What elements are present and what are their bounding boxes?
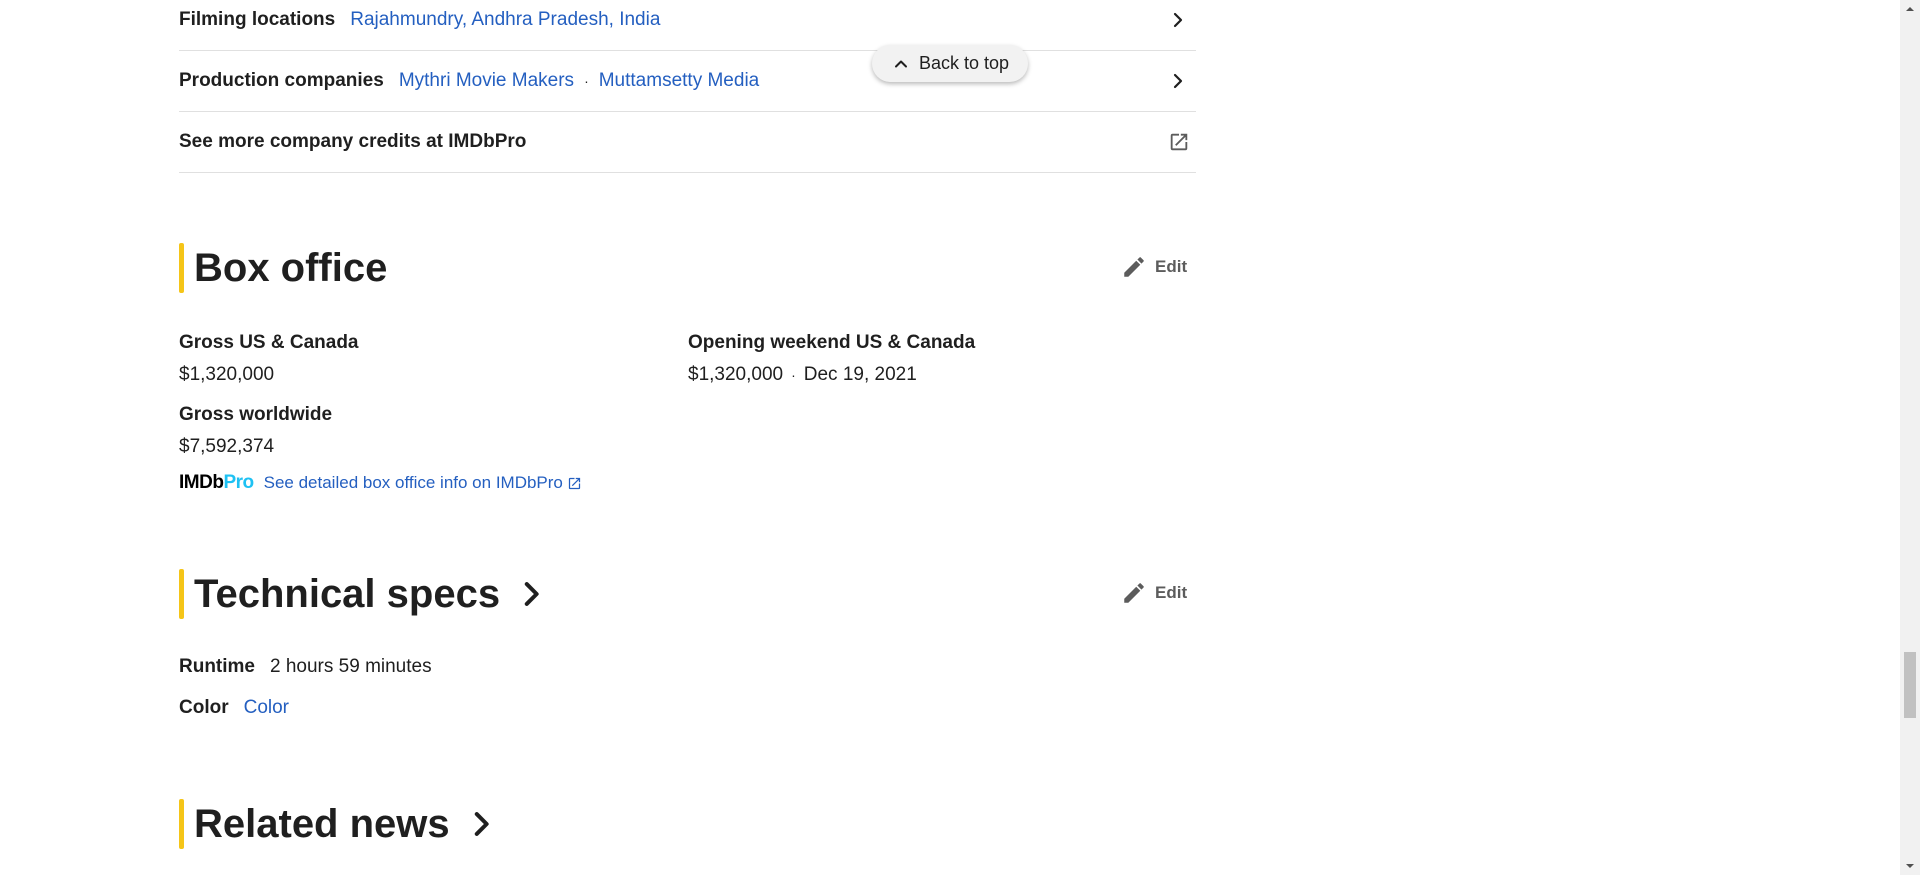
company-credits-row[interactable]: See more company credits at IMDbPro	[179, 112, 1196, 173]
production-companies-row[interactable]: Production companies Mythri Movie Makers…	[179, 51, 1196, 112]
chevron-right-icon[interactable]	[1166, 69, 1190, 93]
section-title[interactable]: Technical specs	[194, 572, 500, 617]
vertical-scrollbar[interactable]	[1900, 0, 1920, 875]
opening-weekend-label: Opening weekend US & Canada	[688, 332, 976, 353]
accent-bar	[179, 799, 184, 849]
section-title: Box office	[194, 245, 388, 290]
chevron-right-icon[interactable]	[514, 577, 548, 611]
accent-bar	[179, 569, 184, 619]
related-news-heading[interactable]: Related news	[179, 799, 498, 849]
external-link-icon	[568, 477, 581, 489]
filming-locations-label: Filming locations	[179, 9, 336, 30]
scroll-up-arrow-icon[interactable]	[1900, 0, 1920, 18]
production-companies-label: Production companies	[179, 70, 384, 91]
runtime-label: Runtime	[179, 656, 255, 677]
gross-us-label: Gross US & Canada	[179, 332, 359, 353]
pencil-icon	[1124, 583, 1144, 603]
opening-weekend-date: Dec 19, 2021	[803, 364, 917, 385]
imdbpro-row: IMDbPro See detailed box office info on …	[179, 472, 582, 494]
filming-locations-row[interactable]: Filming locations Rajahmundry, Andhra Pr…	[179, 0, 1196, 51]
gross-us-value: $1,320,000	[179, 364, 275, 385]
filming-location-link[interactable]: Rajahmundry, Andhra Pradesh, India	[350, 9, 660, 31]
accent-bar	[179, 243, 184, 293]
main-content: Filming locations Rajahmundry, Andhra Pr…	[0, 0, 1900, 875]
technical-specs-edit-button[interactable]: Edit	[1121, 580, 1187, 606]
box-office-edit-button[interactable]: Edit	[1121, 254, 1187, 280]
color-link[interactable]: Color	[244, 697, 289, 719]
separator-dot: ·	[584, 73, 589, 89]
production-company-link[interactable]: Mythri Movie Makers	[399, 70, 574, 92]
external-link-icon[interactable]	[1168, 131, 1190, 153]
color-row: Color Color	[179, 697, 289, 719]
imdbpro-logo[interactable]: IMDbPro	[179, 472, 254, 494]
back-to-top-label: Back to top	[918, 53, 1010, 73]
runtime-value: 2 hours 59 minutes	[270, 656, 432, 677]
opening-weekend-amount: $1,320,000	[688, 364, 784, 385]
edit-label: Edit	[1155, 583, 1188, 602]
separator-dot: ·	[791, 367, 796, 383]
technical-specs-heading[interactable]: Technical specs	[179, 569, 548, 619]
section-title[interactable]: Related news	[194, 802, 450, 847]
edit-label: Edit	[1155, 257, 1188, 276]
imdbpro-box-office-link[interactable]: See detailed box office info on IMDbPro	[264, 473, 582, 493]
company-credits-link[interactable]: See more company credits at IMDbPro	[179, 131, 526, 153]
chevron-right-icon[interactable]	[1166, 8, 1190, 32]
runtime-row: Runtime 2 hours 59 minutes	[179, 656, 432, 678]
production-company-link[interactable]: Muttamsetty Media	[599, 70, 760, 92]
gross-worldwide-label: Gross worldwide	[179, 404, 333, 425]
imdbpro-link-label: See detailed box office info on IMDbPro	[263, 473, 563, 492]
opening-weekend-value: $1,320,000 · Dec 19, 2021	[688, 364, 917, 386]
chevron-right-icon[interactable]	[464, 807, 498, 841]
gross-worldwide-value: $7,592,374	[179, 436, 275, 457]
pencil-icon	[1124, 257, 1144, 277]
scrollbar-thumb[interactable]	[1904, 652, 1916, 718]
back-to-top-button[interactable]: Back to top	[872, 45, 1028, 82]
scroll-down-arrow-icon[interactable]	[1900, 857, 1920, 875]
color-label: Color	[179, 697, 229, 718]
chevron-up-icon	[894, 60, 907, 67]
box-office-heading: Box office	[179, 243, 387, 293]
